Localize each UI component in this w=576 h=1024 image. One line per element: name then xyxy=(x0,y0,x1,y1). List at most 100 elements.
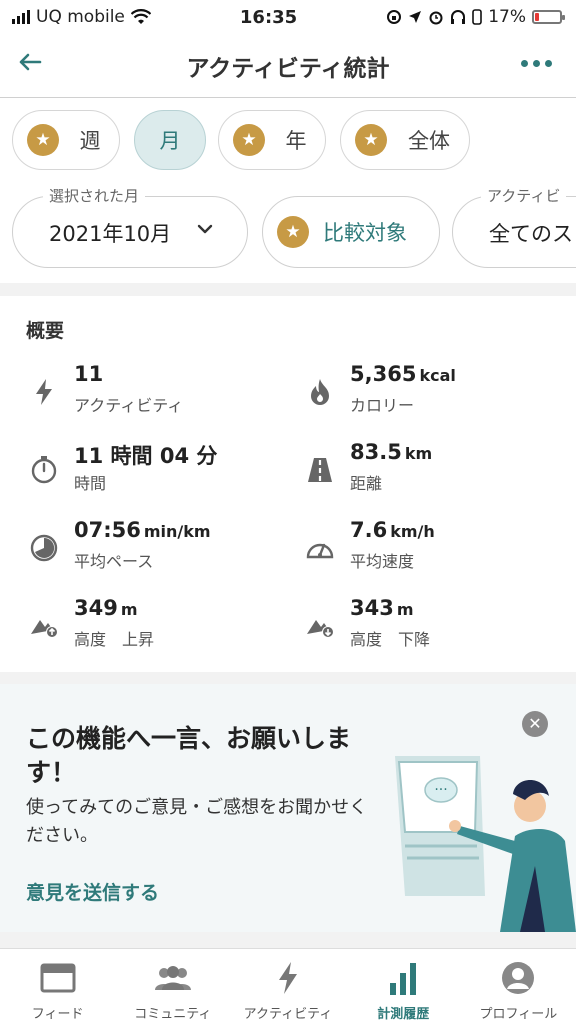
tab-activity[interactable]: アクティビティ xyxy=(230,949,345,1024)
star-icon: ★ xyxy=(27,124,59,156)
dot-icon xyxy=(533,60,540,67)
battery-fill xyxy=(534,13,539,21)
speedometer-icon xyxy=(302,530,338,566)
stat-elevation-loss: 343 m 高度 下降 xyxy=(302,596,562,656)
month-select-label: 選択された月 xyxy=(43,185,146,206)
page-title: アクティビティ統計 xyxy=(186,55,390,82)
stat-label: 平均ペース xyxy=(74,552,154,571)
feedback-illustration: ··· xyxy=(395,756,576,932)
tab-all-label: 全体 xyxy=(408,129,450,153)
status-bar: UQ mobile 16:35 17% xyxy=(0,0,576,34)
tab-week-label: 週 xyxy=(79,129,101,153)
activity-select[interactable]: アクティビ 全てのス xyxy=(452,185,576,268)
stat-label: 距離 xyxy=(350,474,383,493)
app-header: アクティビティ統計 xyxy=(0,34,576,98)
close-icon: ✕ xyxy=(528,714,542,733)
tab-history-label: 計測履歴 xyxy=(377,1007,430,1022)
tab-profile-label: プロフィール xyxy=(479,1007,558,1022)
screen-lock-icon xyxy=(387,10,402,24)
tab-community-label: コミュニティ xyxy=(134,1007,212,1022)
profile-icon xyxy=(498,961,538,995)
bottom-tab-bar: フィード コミュニティ アクティビティ 計測履歴 プロフィール xyxy=(0,948,576,1024)
tab-community[interactable]: コミュニティ xyxy=(115,949,230,1024)
back-button[interactable] xyxy=(14,48,46,80)
close-button[interactable]: ✕ xyxy=(522,711,548,737)
tab-feed-label: フィード xyxy=(31,1007,84,1022)
flame-icon xyxy=(302,374,338,410)
stat-elevation-gain: 349 m 高度 上昇 xyxy=(26,596,286,656)
send-feedback-link[interactable]: 意見を送信する xyxy=(26,878,159,905)
bubble-dots: ··· xyxy=(434,782,447,798)
status-right: 17% xyxy=(386,7,565,27)
stat-value: 7.6 km/h xyxy=(350,518,435,542)
more-options-button[interactable] xyxy=(521,60,552,67)
stat-label: アクティビティ xyxy=(74,396,184,415)
stat-value: 5,365 kcal xyxy=(350,362,456,386)
stat-duration: 11 時間 04 分 時間 xyxy=(26,440,286,500)
carrier-name: UQ mobile xyxy=(36,7,125,27)
feedback-body: 使ってみてのご意見・ご感想をお聞かせください。 xyxy=(26,797,368,846)
tab-week[interactable]: ★ 週 xyxy=(12,110,120,170)
status-left: UQ mobile xyxy=(12,7,151,27)
tab-activity-label: アクティビティ xyxy=(243,1007,333,1022)
dot-icon xyxy=(545,60,552,67)
stat-avg-pace: 07:56 min/km 平均ペース xyxy=(26,518,286,578)
stat-label: 平均速度 xyxy=(350,552,415,571)
elevation-down-icon xyxy=(302,608,338,644)
compare-label: 比較対象 xyxy=(323,221,407,245)
stat-label: カロリー xyxy=(350,396,415,415)
star-icon: ★ xyxy=(233,124,265,156)
stat-value: 349 m xyxy=(74,596,138,620)
tab-feed[interactable]: フィード xyxy=(0,949,115,1024)
feedback-title: この機能へ一言、お願いします！ xyxy=(26,724,352,787)
activity-select-value: 全てのス xyxy=(489,222,573,246)
stat-value: 83.5 km xyxy=(350,440,433,464)
clock-time: 16:35 xyxy=(239,6,298,28)
signal-icon xyxy=(12,10,30,24)
stat-activities: 11 アクティビティ xyxy=(26,362,286,422)
alarm-icon xyxy=(429,11,443,25)
activity-select-label: アクティビ xyxy=(481,185,567,206)
wifi-icon xyxy=(130,9,151,24)
pace-icon xyxy=(26,530,62,566)
tab-month[interactable]: 月 xyxy=(134,110,206,170)
battery-percent: 17% xyxy=(488,7,526,27)
dot-icon xyxy=(521,60,528,67)
month-select[interactable]: 選択された月 2021年10月 xyxy=(12,185,248,268)
battery-icon xyxy=(531,10,565,24)
feedback-banner: この機能へ一言、お願いします！ 使ってみてのご意見・ご感想をお聞かせください。 … xyxy=(0,684,576,932)
location-icon xyxy=(409,11,422,23)
arrow-left-icon xyxy=(19,53,42,71)
tab-all[interactable]: ★ 全体 xyxy=(340,110,470,170)
stat-value: 11 時間 04 分 xyxy=(74,444,218,468)
summary-title: 概要 xyxy=(26,320,65,342)
compare-button[interactable]: ★ 比較対象 xyxy=(262,196,440,268)
feed-icon xyxy=(38,961,78,995)
chevron-down-icon xyxy=(197,224,213,234)
tab-year-label: 年 xyxy=(285,129,307,153)
tab-year[interactable]: ★ 年 xyxy=(218,110,326,170)
star-icon: ★ xyxy=(355,124,387,156)
elevation-up-icon xyxy=(26,608,62,644)
lightning-icon xyxy=(268,961,308,995)
star-icon: ★ xyxy=(277,216,309,248)
stopwatch-icon xyxy=(26,452,62,488)
stat-calories: 5,365 kcal カロリー xyxy=(302,362,562,422)
community-icon xyxy=(153,961,193,995)
stat-value: 11 xyxy=(74,362,104,386)
stat-label: 時間 xyxy=(74,474,107,493)
bar-chart-icon xyxy=(383,961,423,995)
stat-label: 高度 下降 xyxy=(350,630,431,649)
stat-avg-speed: 7.6 km/h 平均速度 xyxy=(302,518,562,578)
stat-value: 07:56 min/km xyxy=(74,518,211,542)
stat-label: 高度 上昇 xyxy=(74,630,155,649)
tab-history[interactable]: 計測履歴 xyxy=(346,949,461,1024)
road-icon xyxy=(302,452,338,488)
tab-profile[interactable]: プロフィール xyxy=(461,949,576,1024)
tab-month-label: 月 xyxy=(159,129,181,153)
summary-card: 概要 11 アクティビティ 5,365 kcal カロリー 11 時間 04 分 … xyxy=(0,296,576,672)
headphones-icon xyxy=(451,10,466,24)
month-select-value: 2021年10月 xyxy=(49,222,172,246)
lightning-icon xyxy=(26,374,62,410)
portrait-lock-icon xyxy=(472,9,482,25)
